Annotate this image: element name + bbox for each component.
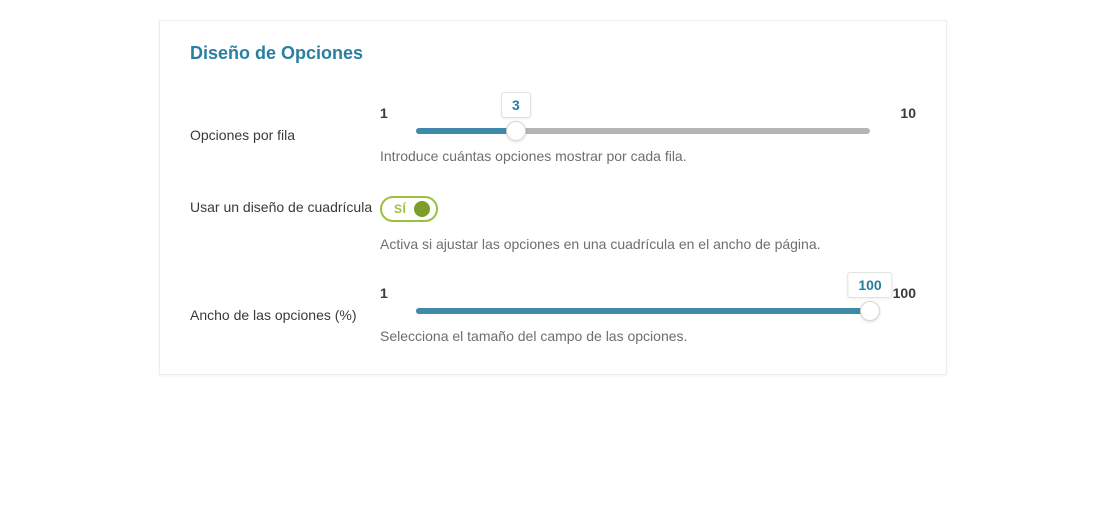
help-grid-layout: Activa si ajustar las opciones en una cu… <box>380 236 916 252</box>
slider-options-width[interactable]: 1 100 100 <box>380 272 916 314</box>
slider-fill <box>416 308 870 314</box>
slider-fill <box>416 128 516 134</box>
row-options-per-row: Opciones por fila 1 3 10 Introduce cuánt… <box>190 92 916 164</box>
toggle-knob-icon <box>414 201 430 217</box>
toggle-grid-layout[interactable]: SÍ <box>380 196 438 222</box>
row-grid-layout: Usar un diseño de cuadrícula SÍ Activa s… <box>190 196 916 252</box>
slider-options-per-row[interactable]: 1 3 10 <box>380 92 916 134</box>
slider-min-label: 1 <box>380 105 404 121</box>
help-options-per-row: Introduce cuántas opciones mostrar por c… <box>380 148 916 164</box>
options-design-panel: Diseño de Opciones Opciones por fila 1 3… <box>159 20 947 375</box>
slider-value-bubble: 3 <box>501 92 531 118</box>
slider-track[interactable] <box>416 128 870 134</box>
help-options-width: Selecciona el tamaño del campo de las op… <box>380 328 916 344</box>
slider-handle[interactable] <box>860 301 880 321</box>
section-title: Diseño de Opciones <box>190 43 916 64</box>
label-options-width: Ancho de las opciones (%) <box>190 272 380 325</box>
slider-handle[interactable] <box>506 121 526 141</box>
slider-track[interactable] <box>416 308 870 314</box>
toggle-text: SÍ <box>394 202 406 216</box>
slider-max-label: 10 <box>882 105 916 121</box>
label-options-per-row: Opciones por fila <box>190 92 380 145</box>
slider-min-label: 1 <box>380 285 404 301</box>
label-grid-layout: Usar un diseño de cuadrícula <box>190 196 380 217</box>
slider-value-bubble: 100 <box>847 272 892 298</box>
row-options-width: Ancho de las opciones (%) 1 100 100 Sele… <box>190 272 916 344</box>
